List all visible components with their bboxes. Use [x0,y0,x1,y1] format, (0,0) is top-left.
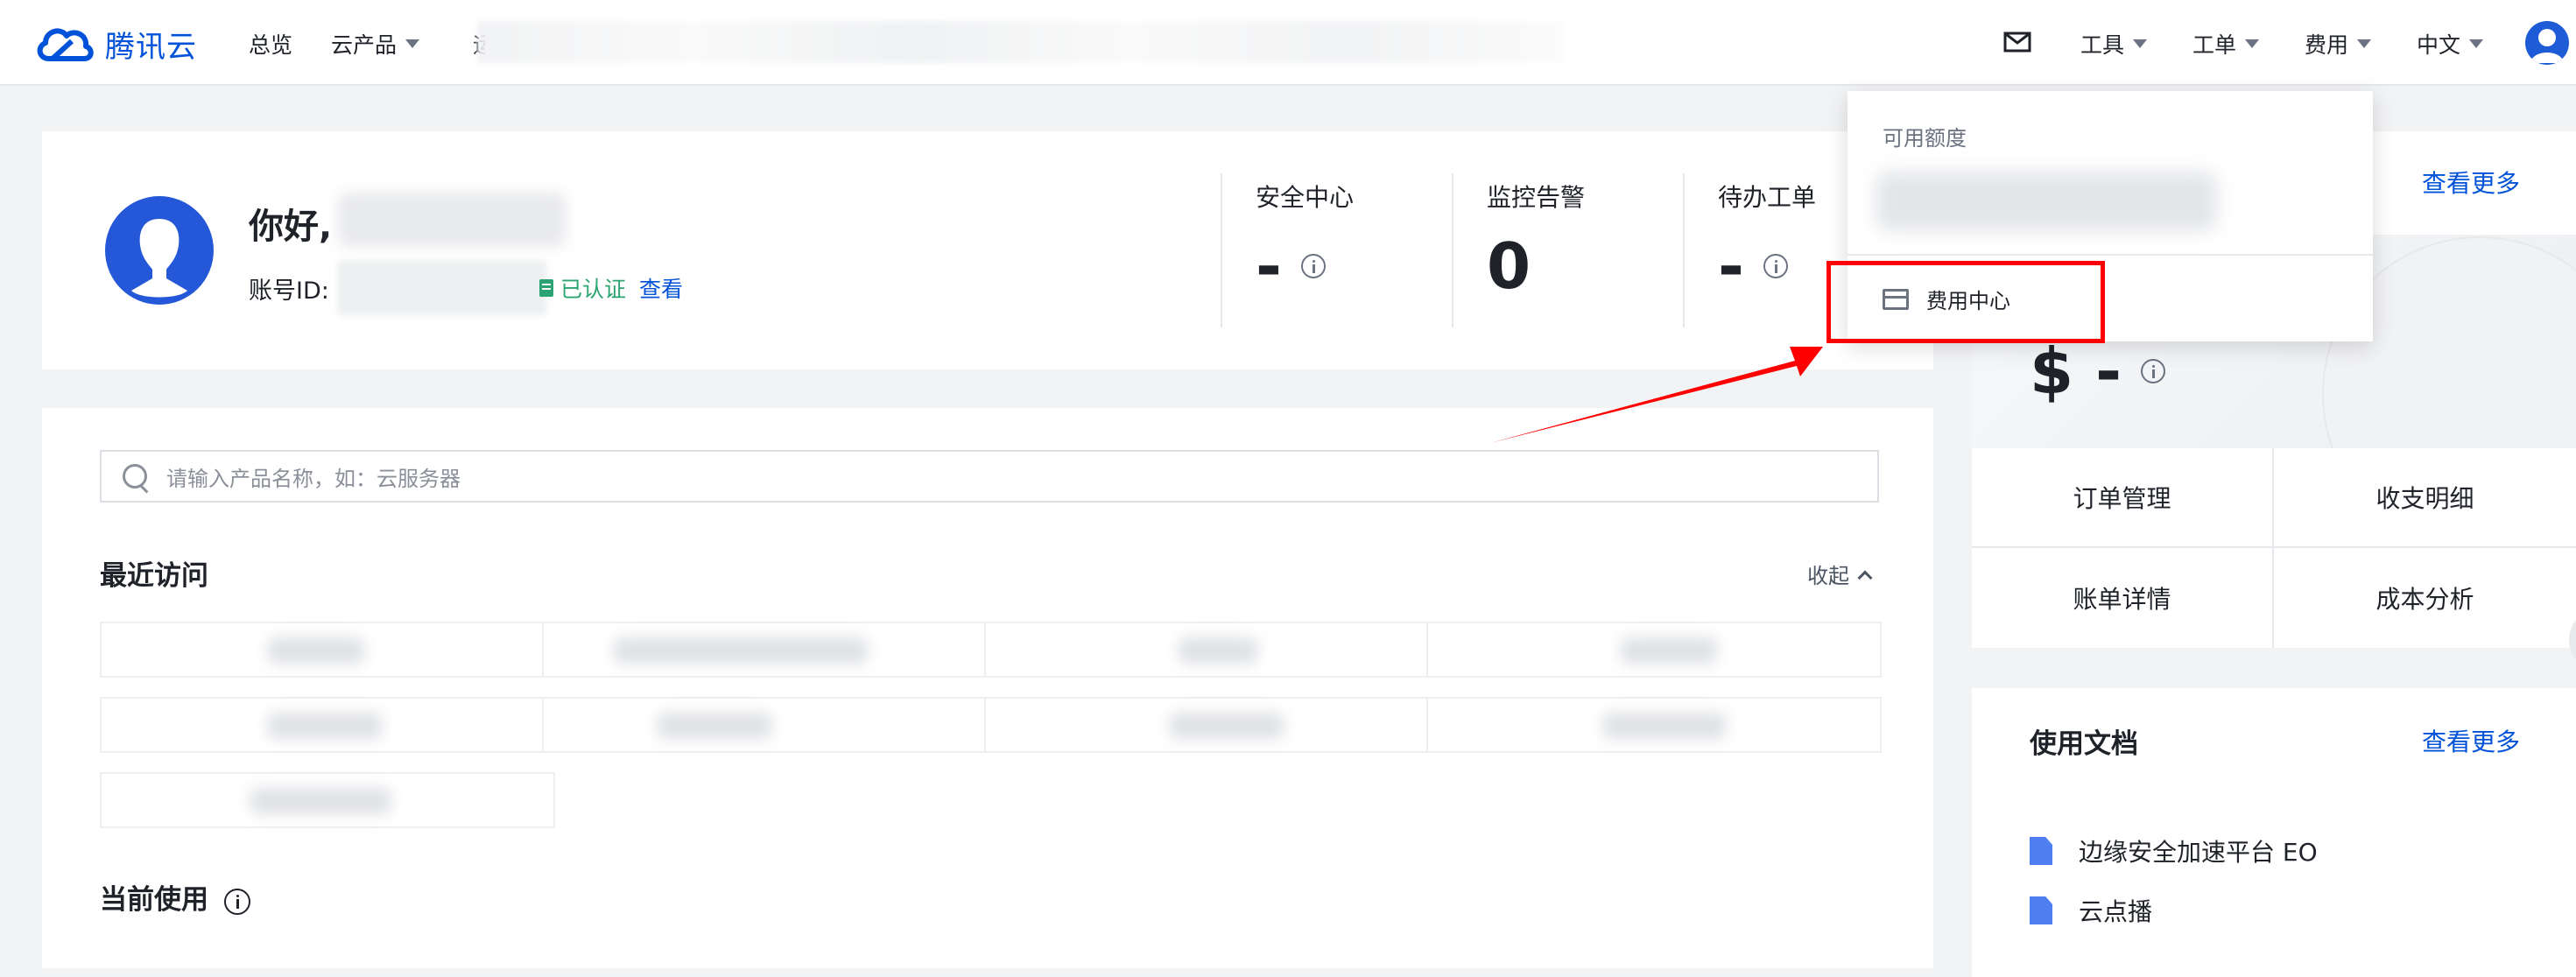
stat-value: - [1256,229,1282,303]
doc-item-label: 云点播 [2079,897,2153,926]
current-usage-label: 当前使用 [100,884,208,916]
nav-tickets[interactable]: 工单 [2192,28,2260,60]
recent-item[interactable] [984,622,1439,678]
fee-amount-value: $ - [2030,334,2122,408]
user-icon [131,219,187,298]
blurred-account-id [338,261,546,315]
chevron-down-icon [2133,39,2148,48]
order-management-button[interactable]: 订单管理 [1972,448,2274,548]
profile-card: 你好, 账号ID: 已认证 查看 安全中心 - 监控告警 0 待办工单 - [42,131,1933,369]
collapse-label: 收起 [1807,564,1849,588]
stat-value: 0 [1487,229,1531,303]
user-avatar[interactable] [2525,21,2569,65]
available-credit-label: 可用额度 [1883,126,1967,151]
tencent-cloud-logo[interactable]: 腾讯云 [33,19,197,68]
docs-title: 使用文档 [2030,728,2138,760]
doc-item[interactable]: 云点播 [2030,893,2152,928]
main-content-card: 请输入产品名称，如：云服务器 最近访问 收起 当前使用 [42,408,1933,968]
info-icon[interactable] [1300,254,1326,278]
document-icon [2030,896,2052,924]
docs-card: 使用文档 查看更多 边缘安全加速平台 EO 云点播 [1972,688,2576,977]
stat-pending-tickets[interactable]: 待办工单 - [1683,173,1816,327]
view-account-link[interactable]: 查看 [639,272,683,304]
recent-item[interactable] [100,697,555,753]
profile-avatar [105,196,214,305]
blurred-nav-region [477,21,1563,63]
doc-item-label: 边缘安全加速平台 EO [2079,838,2318,867]
nav-tools[interactable]: 工具 [2080,28,2148,60]
income-expense-button[interactable]: 收支明细 [2274,448,2576,548]
stat-title: 待办工单 [1718,183,1817,212]
info-icon[interactable] [224,888,250,915]
greeting-text: 你好, [249,207,333,247]
fee-amount: $ - [2030,334,2166,408]
current-usage-title: 当前使用 [100,877,250,917]
stat-security-center[interactable]: 安全中心 - [1221,173,1354,327]
user-icon [2530,29,2564,63]
search-placeholder: 请输入产品名称，如：云服务器 [166,466,461,491]
cost-analysis-button[interactable]: 成本分析 [2274,548,2576,648]
recent-item[interactable] [100,772,555,828]
nav-overview-label: 总览 [249,32,293,58]
recent-item[interactable] [1426,622,1882,678]
nav-tools-label: 工具 [2080,32,2125,58]
nav-billing[interactable]: 费用 [2305,28,2372,60]
annotation-highlight-box [1826,261,2105,343]
verified-icon [539,279,553,297]
collapse-button[interactable]: 收起 [1807,559,1873,589]
nav-products-label: 云产品 [331,32,398,58]
verified-badge: 已认证 [539,272,626,304]
bill-details-button[interactable]: 账单详情 [1972,548,2274,648]
recent-item[interactable] [542,622,997,678]
dropdown-divider [1848,254,2373,256]
nav-products[interactable]: 云产品 [331,28,420,60]
info-icon[interactable] [2141,359,2166,383]
nav-tickets-label: 工单 [2192,32,2237,58]
blurred-username [338,193,566,247]
fee-actions-grid: 订单管理 收支明细 账单详情 成本分析 [1972,448,2576,648]
top-nav-bar: 腾讯云 总览 云产品 运 工具 工单 费用 中文 [0,0,2576,86]
account-id-label: 账号ID: [249,278,329,305]
cloud-logo-icon [37,28,94,61]
chevron-up-icon [1857,570,1873,585]
docs-view-more-link[interactable]: 查看更多 [2422,723,2520,758]
product-search-input[interactable]: 请输入产品名称，如：云服务器 [100,450,1879,503]
mail-button[interactable] [2003,32,2031,53]
nav-overview[interactable]: 总览 [249,28,292,60]
blurred-credit-value [1876,172,2217,231]
fee-view-more-link[interactable]: 查看更多 [2422,165,2520,200]
verified-label: 已认证 [560,277,627,302]
chevron-down-icon [405,39,420,48]
recent-visits-list [100,622,1882,849]
info-icon[interactable] [1763,254,1788,278]
mail-icon [2003,32,2031,53]
search-icon [123,464,147,488]
recent-item[interactable] [542,697,997,753]
nav-billing-label: 费用 [2305,32,2349,58]
stat-monitor-alarm[interactable]: 监控告警 0 [1452,173,1585,327]
chevron-down-icon [2469,39,2484,48]
recent-item[interactable] [100,622,555,678]
logo-text: 腾讯云 [105,29,197,65]
recent-item[interactable] [1426,697,1882,753]
nav-language[interactable]: 中文 [2417,28,2484,60]
doc-item[interactable]: 边缘安全加速平台 EO [2030,833,2318,868]
recent-item[interactable] [984,697,1439,753]
stat-title: 监控告警 [1487,183,1586,212]
document-icon [2030,837,2052,865]
stat-title: 安全中心 [1256,183,1355,212]
chevron-down-icon [2245,39,2260,48]
nav-language-label: 中文 [2417,32,2461,58]
stat-value: - [1718,229,1744,303]
chevron-down-icon [2357,39,2372,48]
recent-visits-title: 最近访问 [100,560,208,592]
